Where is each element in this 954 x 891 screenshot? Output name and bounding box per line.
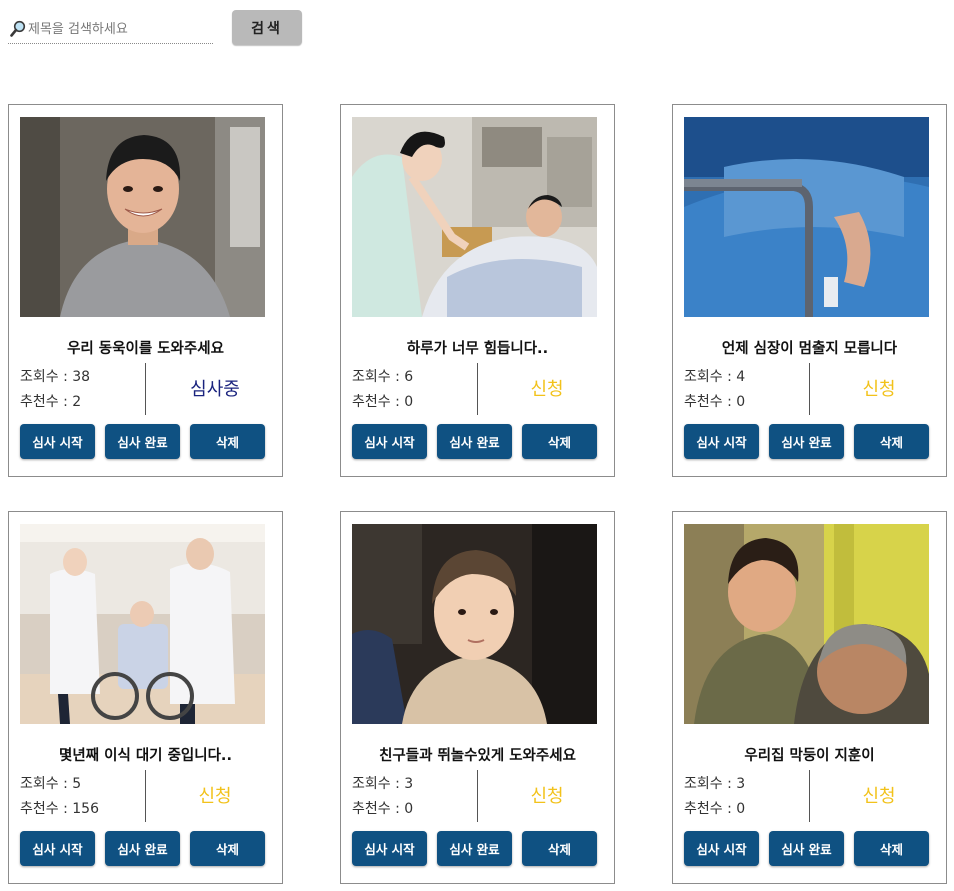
view-count: 조회수 : 3 <box>352 776 414 792</box>
delete-button[interactable]: 삭제 <box>522 831 597 866</box>
delete-button[interactable]: 삭제 <box>190 424 265 459</box>
start-review-button[interactable]: 심사 시작 <box>20 424 95 459</box>
search-input[interactable] <box>28 18 210 40</box>
complete-review-button[interactable]: 심사 완료 <box>105 424 180 459</box>
view-count: 조회수 : 38 <box>20 369 91 385</box>
magnifier-icon <box>10 20 26 37</box>
start-review-button[interactable]: 심사 시작 <box>352 831 427 866</box>
start-review-button[interactable]: 심사 시작 <box>684 424 759 459</box>
recommend-count: 추천수 : 0 <box>684 801 746 817</box>
post-card[interactable]: 우리집 막둥이 지훈이 조회수 : 3 추천수 : 0 신청 심사 시작 심사 … <box>672 511 947 884</box>
complete-review-button[interactable]: 심사 완료 <box>769 831 844 866</box>
start-review-button[interactable]: 심사 시작 <box>20 831 95 866</box>
card-title[interactable]: 언제 심장이 멈출지 모릅니다 <box>673 337 946 358</box>
boy-grandfather-photo[interactable] <box>684 524 929 724</box>
view-count: 조회수 : 6 <box>352 369 414 385</box>
card-stats: 조회수 : 4 추천수 : 0 <box>684 365 809 415</box>
search-bar: 검색 <box>8 10 308 46</box>
status-badge: 신청 <box>530 379 564 400</box>
search-field[interactable] <box>8 16 213 44</box>
card-stats: 조회수 : 38 추천수 : 2 <box>20 365 145 415</box>
card-stats: 조회수 : 3 추천수 : 0 <box>352 772 477 822</box>
post-card[interactable]: 언제 심장이 멈출지 모릅니다 조회수 : 4 추천수 : 0 신청 심사 시작… <box>672 104 947 477</box>
post-card[interactable]: 친구들과 뛰놀수있게 도와주세요 조회수 : 3 추천수 : 0 신청 심사 시… <box>340 511 615 884</box>
hospital-bed-photo[interactable] <box>684 117 929 317</box>
post-card[interactable]: 우리 동욱이를 도와주세요 조회수 : 38 추천수 : 2 심사중 심사 시작… <box>8 104 283 477</box>
smiling-boy-photo[interactable] <box>20 117 265 317</box>
card-actions: 심사 시작 심사 완료 삭제 <box>352 831 597 866</box>
view-count: 조회수 : 3 <box>684 776 746 792</box>
complete-review-button[interactable]: 심사 완료 <box>437 424 512 459</box>
card-title[interactable]: 우리집 막둥이 지훈이 <box>673 744 946 765</box>
recommend-count: 추천수 : 156 <box>20 801 99 817</box>
status-badge: 심사중 <box>190 379 240 400</box>
card-actions: 심사 시작 심사 완료 삭제 <box>684 831 929 866</box>
search-button[interactable]: 검색 <box>232 10 302 45</box>
start-review-button[interactable]: 심사 시작 <box>352 424 427 459</box>
card-actions: 심사 시작 심사 완료 삭제 <box>20 424 265 459</box>
complete-review-button[interactable]: 심사 완료 <box>437 831 512 866</box>
complete-review-button[interactable]: 심사 완료 <box>105 831 180 866</box>
delete-button[interactable]: 삭제 <box>854 831 929 866</box>
status-badge: 신청 <box>198 786 232 807</box>
card-title[interactable]: 우리 동욱이를 도와주세요 <box>9 337 282 358</box>
card-actions: 심사 시작 심사 완료 삭제 <box>352 424 597 459</box>
card-stats: 조회수 : 3 추천수 : 0 <box>684 772 809 822</box>
card-actions: 심사 시작 심사 완료 삭제 <box>684 424 929 459</box>
recommend-count: 추천수 : 0 <box>684 394 746 410</box>
post-card[interactable]: 하루가 너무 힘듭니다.. 조회수 : 6 추천수 : 0 신청 심사 시작 심… <box>340 104 615 477</box>
delete-button[interactable]: 삭제 <box>854 424 929 459</box>
card-actions: 심사 시작 심사 완료 삭제 <box>20 831 265 866</box>
card-stats: 조회수 : 5 추천수 : 156 <box>20 772 145 822</box>
recommend-count: 추천수 : 2 <box>20 394 82 410</box>
nurse-patient-photo[interactable] <box>352 117 597 317</box>
delete-button[interactable]: 삭제 <box>522 424 597 459</box>
card-title[interactable]: 친구들과 뛰놀수있게 도와주세요 <box>341 744 614 765</box>
status-badge: 신청 <box>530 786 564 807</box>
complete-review-button[interactable]: 심사 완료 <box>769 424 844 459</box>
card-stats: 조회수 : 6 추천수 : 0 <box>352 365 477 415</box>
toddler-boy-photo[interactable] <box>352 524 597 724</box>
card-title[interactable]: 하루가 너무 힘듭니다.. <box>341 337 614 358</box>
view-count: 조회수 : 5 <box>20 776 82 792</box>
start-review-button[interactable]: 심사 시작 <box>684 831 759 866</box>
recommend-count: 추천수 : 0 <box>352 394 414 410</box>
doctors-wheelchair-photo[interactable] <box>20 524 265 724</box>
status-badge: 신청 <box>862 379 896 400</box>
recommend-count: 추천수 : 0 <box>352 801 414 817</box>
post-card[interactable]: 몇년째 이식 대기 중입니다.. 조회수 : 5 추천수 : 156 신청 심사… <box>8 511 283 884</box>
view-count: 조회수 : 4 <box>684 369 746 385</box>
card-title[interactable]: 몇년째 이식 대기 중입니다.. <box>9 744 282 765</box>
status-badge: 신청 <box>862 786 896 807</box>
delete-button[interactable]: 삭제 <box>190 831 265 866</box>
